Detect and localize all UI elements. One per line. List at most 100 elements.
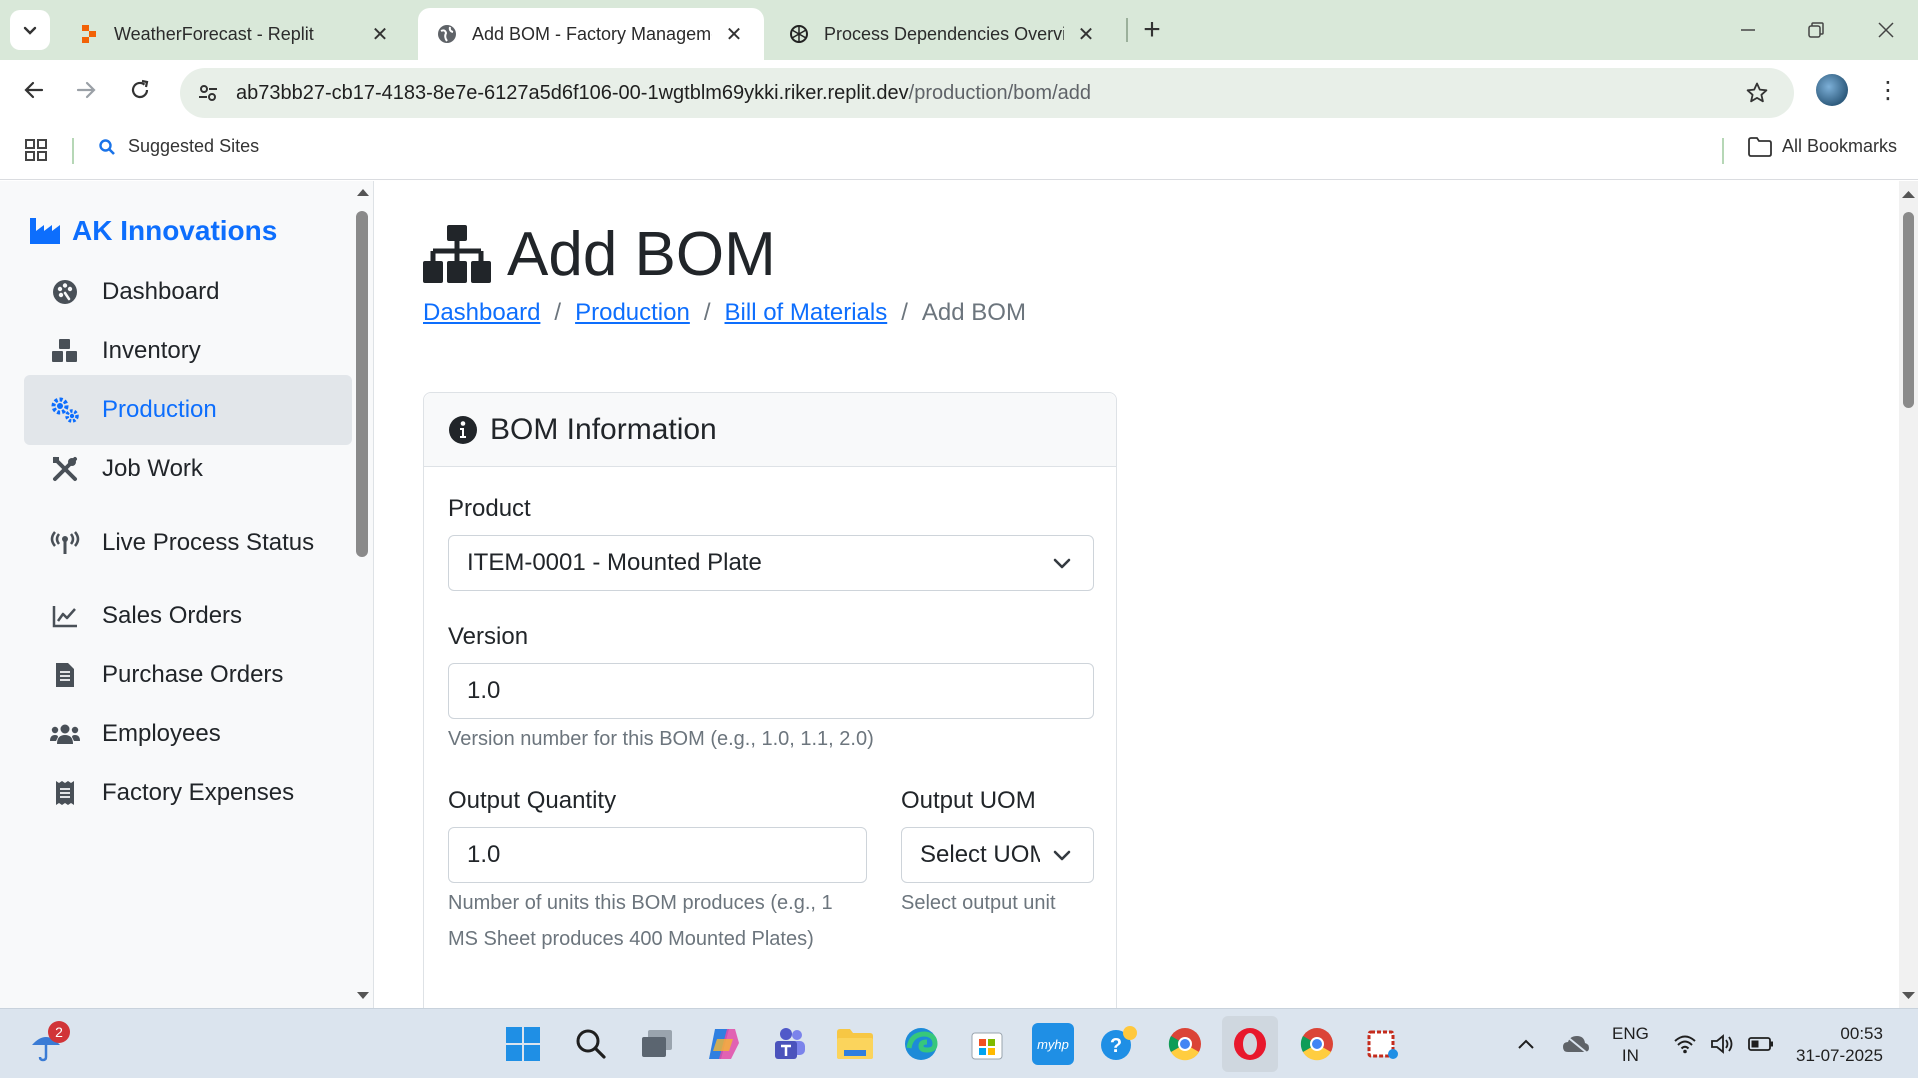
new-tab-button[interactable]: + [1134,10,1170,50]
chevron-up-icon [1518,1039,1534,1049]
page-scroll-thumb[interactable] [1903,212,1914,408]
opera-button[interactable] [1222,1016,1278,1072]
openai-icon [788,23,810,45]
brand-logo[interactable]: AK Innovations [30,215,277,247]
bookmarks-bar: Suggested Sites All Bookmarks [0,120,1918,180]
main-content: Add BOM Dashboard / Production / Bill of… [375,181,1898,1008]
reload-button[interactable] [120,70,160,110]
teams-button[interactable] [768,1023,810,1065]
close-icon[interactable]: ✕ [368,22,392,46]
apps-grid-icon[interactable] [24,138,48,162]
gears-icon [50,395,80,425]
store-button[interactable] [966,1023,1008,1065]
output-quantity-value: 1.0 [467,841,501,868]
task-view-icon [642,1030,672,1057]
all-bookmarks-button[interactable]: All Bookmarks [1748,136,1897,157]
brand-name: AK Innovations [72,215,278,246]
clock[interactable]: 00:53 31-07-2025 [1796,1023,1883,1067]
sidebar-item-label: Live Process Status [102,529,315,556]
clock-time: 00:53 [1840,1024,1883,1043]
get-help-button[interactable]: ? [1098,1023,1140,1065]
tab-divider [1126,18,1128,42]
language-indicator[interactable]: ENG IN [1612,1023,1649,1067]
taskbar-search-button[interactable] [570,1023,612,1065]
copilot-button[interactable] [702,1023,744,1065]
url-path: /production/bom/add [908,81,1092,104]
version-help-text: Version number for this BOM (e.g., 1.0, … [448,728,874,750]
taskbar: 2 myhp ? ENG IN 00:53 31-07-2025 [0,1008,1918,1078]
version-input[interactable]: 1.0 [448,663,1094,719]
scroll-down-icon[interactable] [354,989,372,1003]
show-hidden-icons-button[interactable] [1506,1023,1546,1065]
sidebar-item-factory-expenses[interactable]: Factory Expenses [24,758,352,828]
tab-label: Process Dependencies Overview [824,23,1064,44]
tab-process-dependencies[interactable]: Process Dependencies Overview ✕ [770,8,1116,60]
folder-icon [1748,136,1772,157]
task-view-button[interactable] [636,1023,678,1065]
forward-button[interactable] [66,70,106,110]
browser-tab-bar: WeatherForecast - Replit ✕ Add BOM - Fac… [0,0,1918,60]
bookmark-star-icon[interactable] [1740,76,1774,110]
volume-status[interactable] [1706,1023,1740,1065]
close-icon[interactable]: ✕ [1074,22,1098,46]
suggested-sites-link[interactable]: Suggested Sites [98,136,259,157]
palette-icon [50,277,80,307]
sidebar-item-label: Purchase Orders [102,661,284,688]
chrome-icon [1168,1028,1201,1061]
start-button[interactable] [502,1023,544,1065]
product-select[interactable]: ITEM-0001 - Mounted Plate [448,535,1094,591]
sidebar-scroll-thumb[interactable] [356,211,368,557]
output-quantity-input[interactable]: 1.0 [448,827,867,883]
output-uom-help-text: Select output unit [901,892,1056,914]
page-header: Add BOM [423,219,776,290]
battery-status[interactable] [1744,1023,1778,1065]
tab-label: Add BOM - Factory Management [472,23,712,44]
myhp-button[interactable]: myhp [1032,1023,1074,1065]
output-uom-select[interactable]: Select UOM [901,827,1094,883]
search-icon [576,1029,606,1059]
file-explorer-button[interactable] [834,1023,876,1065]
close-icon[interactable]: ✕ [722,22,746,46]
scroll-up-icon[interactable] [1899,187,1918,201]
breadcrumb-link-dashboard[interactable]: Dashboard [423,299,540,327]
volume-icon [1711,1034,1733,1054]
chart-line-icon [50,601,80,631]
chevron-down-icon [1053,850,1071,861]
url-text: ab73bb27-cb17-4183-8e7e-6127a5d6f106-00-… [236,82,1091,105]
edge-button[interactable] [900,1023,942,1065]
arrow-left-icon [24,81,44,99]
output-uom-value: Select UOM [920,841,1040,868]
search-icon [99,138,115,155]
weather-badge: 2 [48,1021,70,1043]
minimize-button[interactable] [1724,10,1772,50]
browser-menu-icon[interactable]: ⋮ [1872,74,1904,106]
chrome-button[interactable] [1296,1023,1338,1065]
profile-avatar[interactable] [1816,74,1848,106]
chrome-profile-button[interactable] [1164,1023,1206,1065]
url-bar[interactable]: ab73bb27-cb17-4183-8e7e-6127a5d6f106-00-… [180,68,1794,118]
close-window-button[interactable] [1862,10,1910,50]
snipping-tool-button[interactable] [1362,1023,1404,1065]
site-settings-icon[interactable] [186,71,230,115]
tab-label: WeatherForecast - Replit [114,23,314,44]
sidebar-item-job-work[interactable]: Job Work [24,434,352,504]
restore-button[interactable] [1792,10,1840,50]
scroll-down-icon[interactable] [1899,989,1918,1003]
version-label: Version [448,623,529,650]
onedrive-button[interactable] [1556,1023,1596,1065]
sidebar-item-live-process-status[interactable]: Live Process Status [24,508,352,578]
language-line1: ENG [1612,1024,1649,1043]
close-icon [1878,22,1894,38]
back-button[interactable] [14,70,54,110]
bookmarks-divider [72,138,74,164]
breadcrumb-separator: / [554,299,562,326]
output-quantity-help-line2: MS Sheet produces 400 Mounted Plates) [448,928,814,950]
tab-add-bom[interactable]: Add BOM - Factory Management ✕ [418,8,764,60]
breadcrumb-link-bill-of-materials[interactable]: Bill of Materials [725,299,888,327]
sidebar-item-label: Dashboard [102,278,220,305]
tab-weatherforecast[interactable]: WeatherForecast - Replit ✕ [60,8,410,60]
wifi-status[interactable] [1668,1023,1702,1065]
breadcrumb-link-production[interactable]: Production [575,299,690,327]
scroll-up-icon[interactable] [354,185,372,199]
tab-search-button[interactable] [10,10,50,50]
